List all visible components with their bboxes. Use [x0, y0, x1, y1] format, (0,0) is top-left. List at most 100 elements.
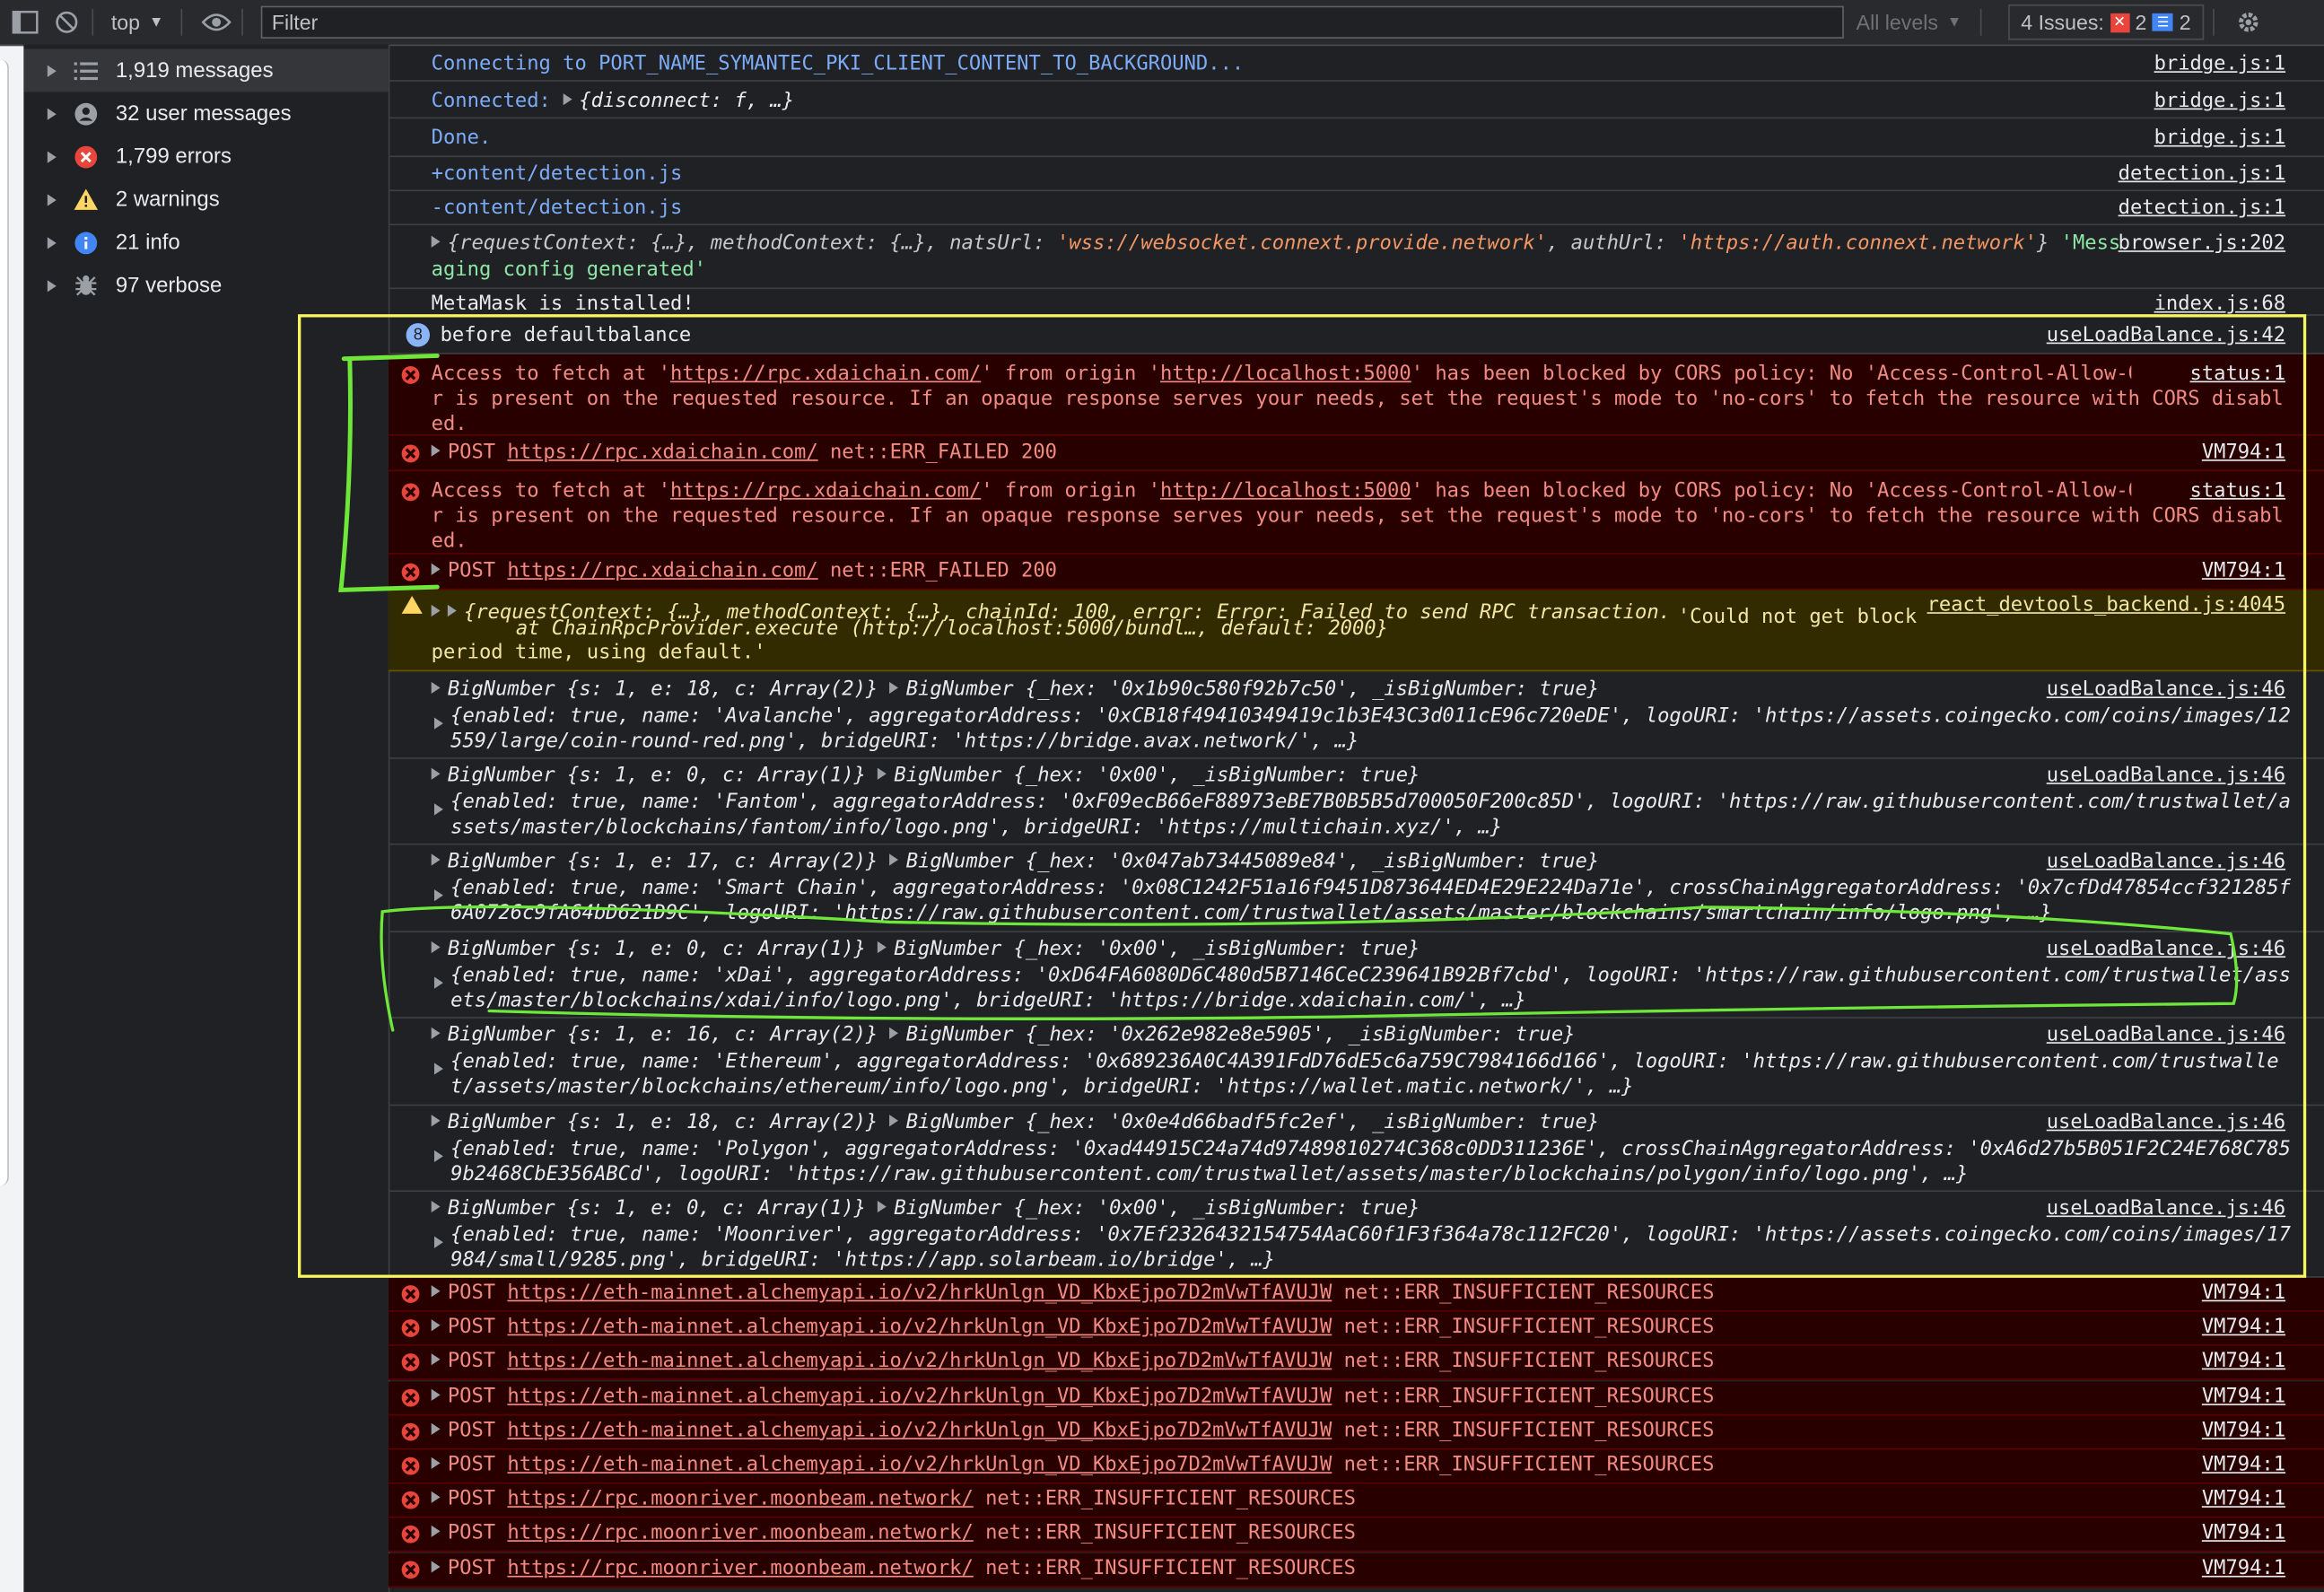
- expand-arrow-icon[interactable]: [433, 889, 443, 902]
- expand-arrow-icon[interactable]: [433, 803, 443, 816]
- expand-arrow-icon[interactable]: [47, 150, 57, 162]
- request-url-link[interactable]: https://eth-mainnet.alchemyapi.io/v2/hrk…: [507, 1351, 1332, 1373]
- context-selector[interactable]: top ▼: [102, 11, 172, 34]
- source-link[interactable]: VM794:1: [2202, 1384, 2285, 1409]
- expand-arrow-icon[interactable]: [433, 1063, 443, 1075]
- console-error[interactable]: POST https://eth-mainnet.alchemyapi.io/v…: [388, 1346, 2324, 1381]
- request-url-link[interactable]: https://eth-mainnet.alchemyapi.io/v2/hrk…: [507, 1316, 1332, 1339]
- source-link[interactable]: VM794:1: [2202, 1521, 2285, 1546]
- source-link[interactable]: VM794:1: [2202, 1487, 2285, 1512]
- request-url-link[interactable]: https://rpc.moonriver.moonbeam.network/: [507, 1523, 973, 1545]
- request-url-link[interactable]: https://rpc.xdaichain.com/: [507, 442, 817, 464]
- object-preview[interactable]: {enabled: true, name: 'Polygon', aggrega…: [450, 1137, 2292, 1187]
- source-link[interactable]: VM794:1: [2202, 1315, 2285, 1340]
- console-error[interactable]: Access to fetch at 'https://rpc.xdaichai…: [388, 354, 2324, 436]
- expand-arrow-icon[interactable]: [431, 940, 441, 954]
- request-url-link[interactable]: https://eth-mainnet.alchemyapi.io/v2/hrk…: [507, 1386, 1332, 1408]
- expand-arrow-icon[interactable]: [889, 681, 899, 695]
- console-error[interactable]: POST https://eth-mainnet.alchemyapi.io/v…: [388, 1380, 2324, 1415]
- sidebar-item-verbose[interactable]: 97 verbose: [23, 264, 388, 307]
- console-error[interactable]: POST https://rpc.xdaichain.com/ net::ERR…: [388, 435, 2324, 472]
- source-link[interactable]: VM794:1: [2202, 441, 2285, 466]
- request-url-link[interactable]: https://eth-mainnet.alchemyapi.io/v2/hrk…: [507, 1282, 1332, 1305]
- console-message[interactable]: -content/detection.js detection.js:1: [388, 191, 2324, 226]
- expand-arrow-icon[interactable]: [878, 767, 887, 780]
- expand-arrow-icon[interactable]: [47, 236, 57, 249]
- expand-arrow-icon[interactable]: [889, 1027, 899, 1039]
- source-link[interactable]: react_devtools_backend.js:4045: [1927, 593, 2286, 618]
- source-link[interactable]: status:1: [2130, 478, 2286, 504]
- expand-arrow-icon[interactable]: [431, 1115, 441, 1127]
- source-link[interactable]: VM794:1: [2202, 1453, 2285, 1478]
- expand-arrow-icon[interactable]: [431, 1422, 441, 1435]
- expand-arrow-icon[interactable]: [431, 1388, 441, 1401]
- expand-arrow-icon[interactable]: [563, 93, 572, 106]
- error-url-link[interactable]: https://rpc.xdaichain.com/: [670, 363, 981, 386]
- console-message[interactable]: BigNumber {s: 1, e: 16, c: Array(2)} Big…: [388, 1019, 2324, 1107]
- console-message[interactable]: MetaMask is installed! index.js:68: [388, 289, 2324, 316]
- expand-arrow-icon[interactable]: [889, 853, 899, 866]
- expand-arrow-icon[interactable]: [433, 976, 443, 989]
- origin-link[interactable]: http://localhost:5000: [1160, 480, 1411, 503]
- request-url-link[interactable]: https://rpc.moonriver.moonbeam.network/: [507, 1557, 973, 1579]
- console-error[interactable]: POST https://eth-mainnet.alchemyapi.io/v…: [388, 1415, 2324, 1450]
- console-message[interactable]: 8 before defaultbalance useLoadBalance.j…: [388, 316, 2324, 354]
- source-link[interactable]: bridge.js:1: [2154, 52, 2285, 77]
- object-preview[interactable]: {enabled: true, name: 'Moonriver', aggre…: [450, 1223, 2292, 1273]
- source-link[interactable]: useLoadBalance.js:46: [2047, 1110, 2285, 1135]
- source-link[interactable]: useLoadBalance.js:42: [2047, 323, 2285, 348]
- console-warning[interactable]: {requestContext: {…}, methodContext: {…}…: [388, 590, 2324, 672]
- console-message[interactable]: BigNumber {s: 1, e: 0, c: Array(1)} BigN…: [388, 759, 2324, 845]
- expand-arrow-icon[interactable]: [47, 107, 57, 119]
- source-link[interactable]: useLoadBalance.js:46: [2047, 764, 2285, 789]
- source-link[interactable]: useLoadBalance.js:46: [2047, 1023, 2285, 1048]
- expand-arrow-icon[interactable]: [431, 681, 441, 695]
- console-message[interactable]: Done. bridge.js:1: [388, 118, 2324, 158]
- source-link[interactable]: status:1: [2130, 362, 2286, 388]
- expand-arrow-icon[interactable]: [431, 1526, 441, 1538]
- console-error[interactable]: POST https://eth-mainnet.alchemyapi.io/v…: [388, 1277, 2324, 1312]
- expand-arrow-icon[interactable]: [47, 193, 57, 206]
- console-error[interactable]: POST https://rpc.moonriver.moonbeam.netw…: [388, 1483, 2324, 1518]
- expand-arrow-icon[interactable]: [431, 1491, 441, 1504]
- expand-arrow-icon[interactable]: [431, 1285, 441, 1298]
- source-link[interactable]: VM794:1: [2202, 1418, 2285, 1443]
- expand-arrow-icon[interactable]: [889, 1115, 899, 1127]
- eye-icon[interactable]: [201, 6, 233, 39]
- issues-button[interactable]: 4 Issues: ✕ 2 ☰ 2: [2007, 4, 2205, 40]
- source-link[interactable]: detection.js:1: [2119, 196, 2285, 221]
- source-link[interactable]: useLoadBalance.js:46: [2047, 849, 2285, 874]
- console-message[interactable]: Connecting to PORT_NAME_SYMANTEC_PKI_CLI…: [388, 45, 2324, 82]
- source-link[interactable]: browser.js:202: [2119, 232, 2285, 257]
- source-link[interactable]: bridge.js:1: [2154, 89, 2285, 114]
- expand-arrow-icon[interactable]: [431, 444, 441, 457]
- console-error[interactable]: POST https://rpc.moonriver.moonbeam.netw…: [388, 1553, 2324, 1588]
- source-link[interactable]: VM794:1: [2202, 1281, 2285, 1306]
- source-link[interactable]: detection.js:1: [2119, 162, 2285, 187]
- expand-arrow-icon[interactable]: [431, 1456, 441, 1469]
- console-error[interactable]: POST https://rpc.xdaichain.com/ net::ERR…: [388, 554, 2324, 590]
- sidebar-item-messages[interactable]: 1,919 messages: [23, 48, 389, 92]
- console-message[interactable]: BigNumber {s: 1, e: 18, c: Array(2)} Big…: [388, 673, 2324, 759]
- expand-arrow-icon[interactable]: [433, 1150, 443, 1163]
- expand-arrow-icon[interactable]: [431, 1353, 441, 1366]
- object-preview[interactable]: {disconnect: f, …}: [579, 91, 794, 113]
- sidebar-item-user-messages[interactable]: 32 user messages: [23, 92, 388, 135]
- expand-arrow-icon[interactable]: [447, 604, 457, 617]
- expand-arrow-icon[interactable]: [431, 853, 441, 866]
- expand-arrow-icon[interactable]: [431, 1319, 441, 1332]
- console-error[interactable]: POST https://rpc.moonriver.moonbeam.netw…: [388, 1518, 2324, 1553]
- console-error[interactable]: POST https://eth-mainnet.alchemyapi.io/v…: [388, 1449, 2324, 1484]
- console-error[interactable]: POST https://eth-mainnet.alchemyapi.io/v…: [388, 1312, 2324, 1347]
- origin-link[interactable]: http://localhost:5000: [1160, 363, 1411, 386]
- sidebar-item-info[interactable]: 21 info: [23, 221, 388, 264]
- expand-arrow-icon[interactable]: [878, 940, 887, 954]
- request-url-link[interactable]: https://rpc.xdaichain.com/: [507, 560, 817, 582]
- source-link[interactable]: useLoadBalance.js:46: [2047, 937, 2285, 962]
- console-error[interactable]: Access to fetch at 'https://rpc.xdaichai…: [388, 471, 2324, 555]
- error-url-link[interactable]: https://rpc.xdaichain.com/: [670, 480, 981, 503]
- console-message[interactable]: {requestContext: {…}, methodContext: {…}…: [388, 225, 2324, 290]
- expand-arrow-icon[interactable]: [431, 604, 441, 617]
- expand-arrow-icon[interactable]: [47, 279, 57, 292]
- request-url-link[interactable]: https://rpc.moonriver.moonbeam.network/: [507, 1489, 973, 1511]
